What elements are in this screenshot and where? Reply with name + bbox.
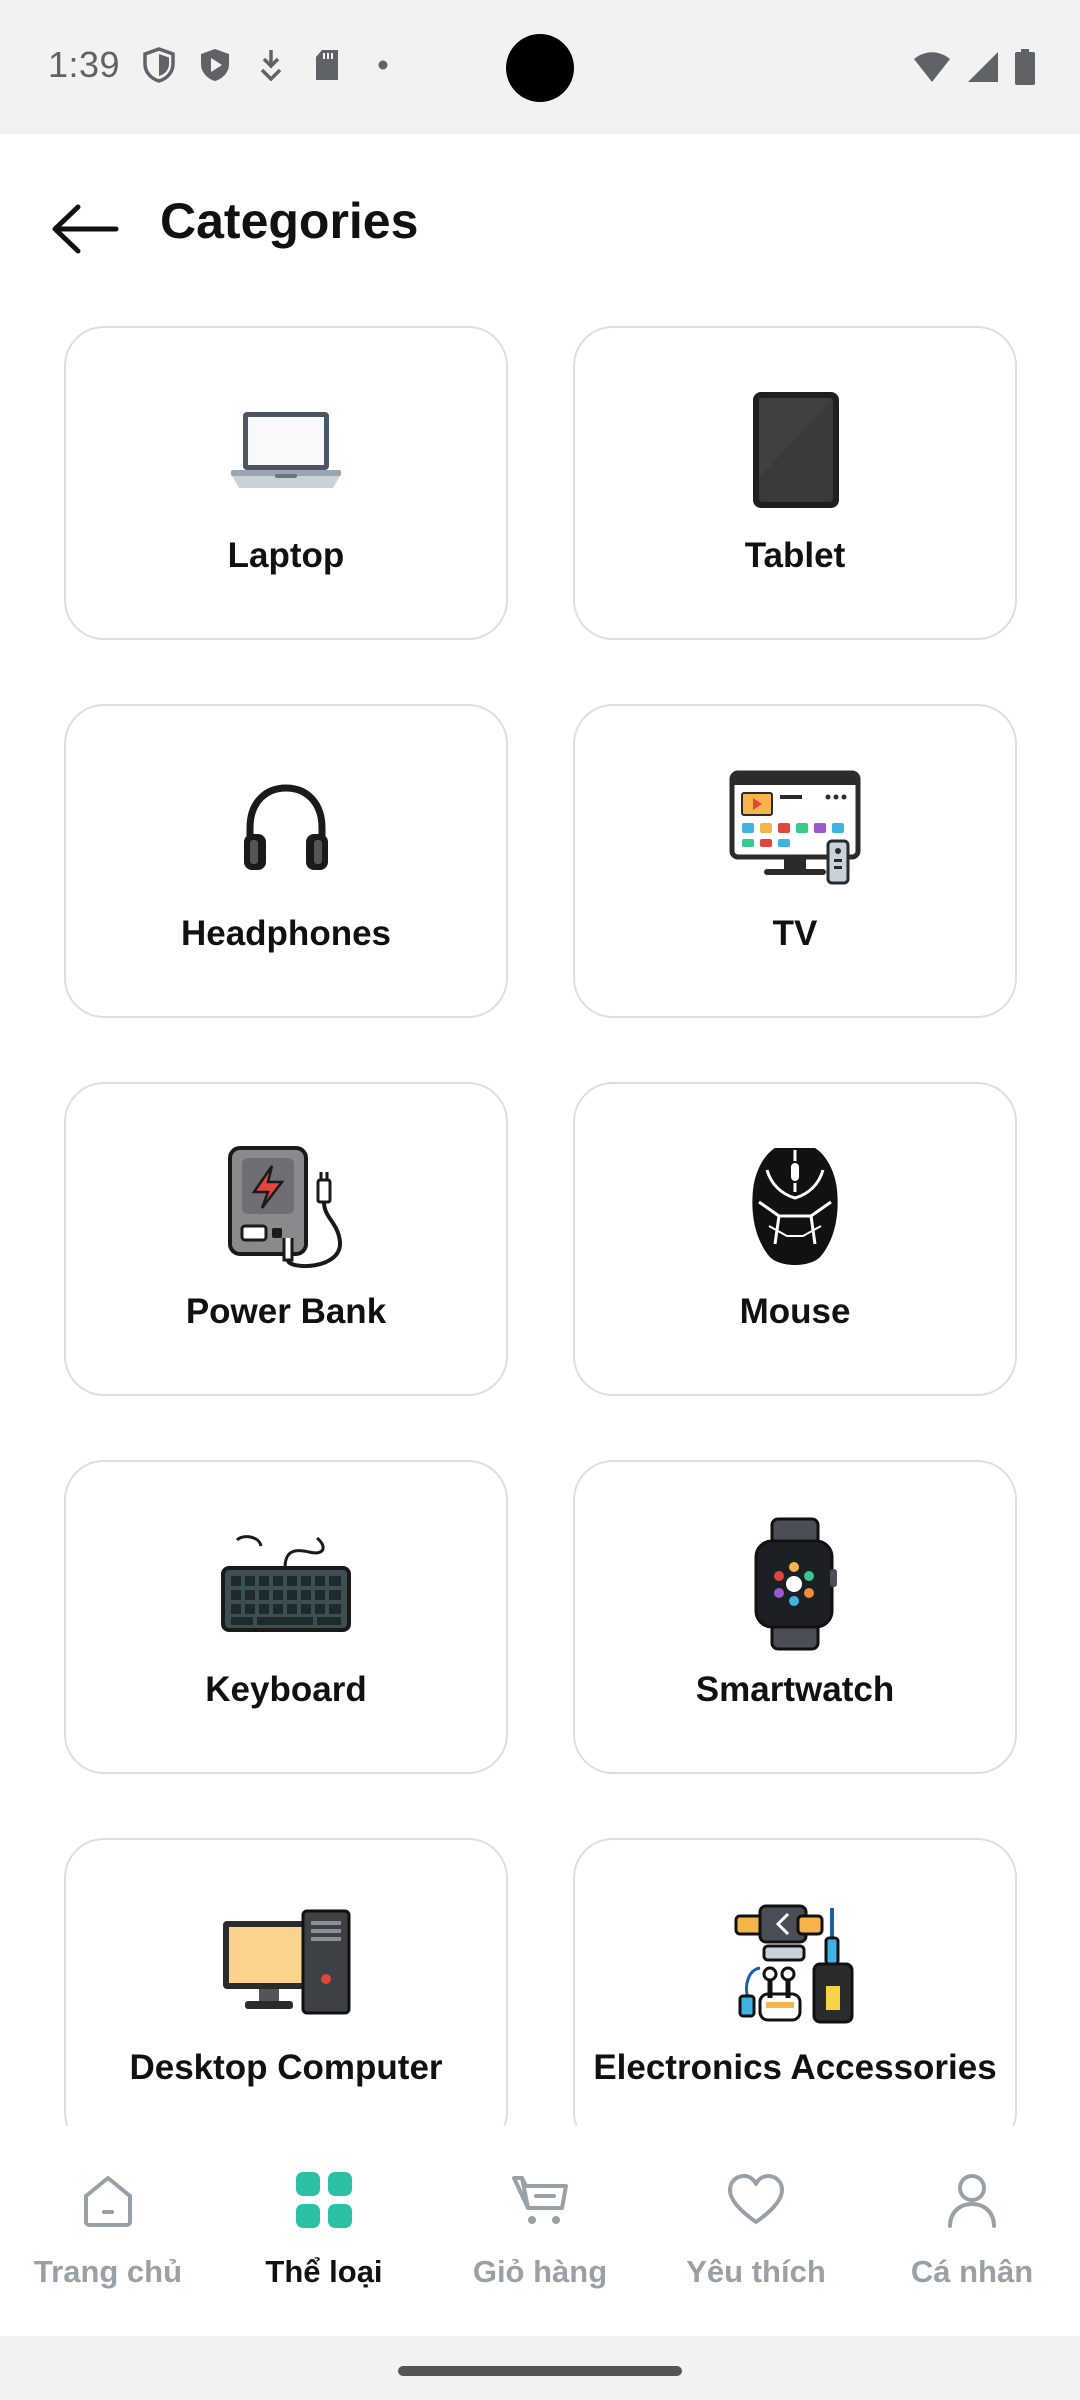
grid-icon	[292, 2168, 356, 2232]
home-icon	[76, 2168, 140, 2232]
category-card-tv[interactable]: TV	[573, 704, 1017, 1018]
category-label: Electronics Accessories	[593, 2048, 997, 2087]
power-bank-icon	[216, 1136, 356, 1276]
nav-item-home[interactable]: Trang chủ	[0, 2126, 216, 2336]
category-label: Keyboard	[205, 1670, 367, 1709]
wifi-icon	[912, 50, 952, 89]
headphones-icon	[216, 758, 356, 898]
nav-item-profile[interactable]: Cá nhân	[864, 2126, 1080, 2336]
category-card-keyboard[interactable]: Keyboard	[64, 1460, 508, 1774]
mouse-icon	[725, 1136, 865, 1276]
category-card-electronics-accessories[interactable]: Electronics Accessories	[573, 1838, 1017, 2126]
nav-label: Thể loại	[265, 2254, 383, 2289]
tv-icon	[725, 758, 865, 898]
desktop-computer-icon	[216, 1892, 356, 2032]
category-label: Desktop Computer	[129, 2048, 443, 2087]
nav-item-categories[interactable]: Thể loại	[216, 2126, 432, 2336]
shield-icon	[140, 46, 178, 84]
category-label: Smartwatch	[695, 1670, 895, 1709]
sd-card-icon	[308, 46, 346, 84]
gesture-bar	[0, 2336, 1080, 2400]
nav-label: Trang chủ	[33, 2254, 183, 2289]
download-icon	[252, 46, 290, 84]
accessories-icon	[725, 1892, 865, 2032]
nav-label: Cá nhân	[910, 2254, 1034, 2289]
category-card-smartwatch[interactable]: Smartwatch	[573, 1460, 1017, 1774]
arrow-left-icon	[52, 204, 119, 254]
nav-item-cart[interactable]: Giỏ hàng	[432, 2126, 648, 2336]
category-card-power-bank[interactable]: Power Bank	[64, 1082, 508, 1396]
keyboard-icon	[216, 1514, 356, 1654]
back-button[interactable]	[40, 184, 130, 274]
category-grid: Laptop Tablet Headphones TV Power Bank M…	[0, 304, 1080, 2126]
category-label: TV	[772, 914, 818, 953]
nav-label: Giỏ hàng	[472, 2254, 608, 2289]
home-gesture-handle[interactable]	[398, 2366, 682, 2376]
cart-icon	[508, 2168, 572, 2232]
dot-icon	[364, 46, 402, 84]
category-label: Laptop	[227, 536, 345, 575]
nav-item-favorites[interactable]: Yêu thích	[648, 2126, 864, 2336]
heart-icon	[724, 2168, 788, 2232]
nav-label: Yêu thích	[686, 2254, 826, 2289]
category-card-desktop-computer[interactable]: Desktop Computer	[64, 1838, 508, 2126]
category-card-mouse[interactable]: Mouse	[573, 1082, 1017, 1396]
category-label: Tablet	[744, 536, 846, 575]
smartwatch-icon	[725, 1514, 865, 1654]
category-card-tablet[interactable]: Tablet	[573, 326, 1017, 640]
status-time: 1:39	[48, 44, 121, 85]
category-label: Mouse	[739, 1292, 851, 1331]
signal-icon	[966, 50, 1000, 89]
page-title: Categories	[160, 193, 419, 249]
status-bar: 1:39	[0, 0, 1080, 134]
category-card-headphones[interactable]: Headphones	[64, 704, 508, 1018]
category-label: Headphones	[180, 914, 392, 953]
bottom-nav: Trang chủ Thể loại Giỏ hàng Yêu thích Cá…	[0, 2126, 1080, 2336]
category-card-laptop[interactable]: Laptop	[64, 326, 508, 640]
tablet-icon	[725, 380, 865, 520]
person-icon	[940, 2168, 1004, 2232]
category-label: Power Bank	[185, 1292, 387, 1331]
app-bar: Categories	[0, 134, 1080, 304]
battery-icon	[1014, 48, 1036, 91]
laptop-icon	[216, 380, 356, 520]
camera-cutout	[506, 34, 574, 102]
play-protect-icon	[196, 46, 234, 84]
